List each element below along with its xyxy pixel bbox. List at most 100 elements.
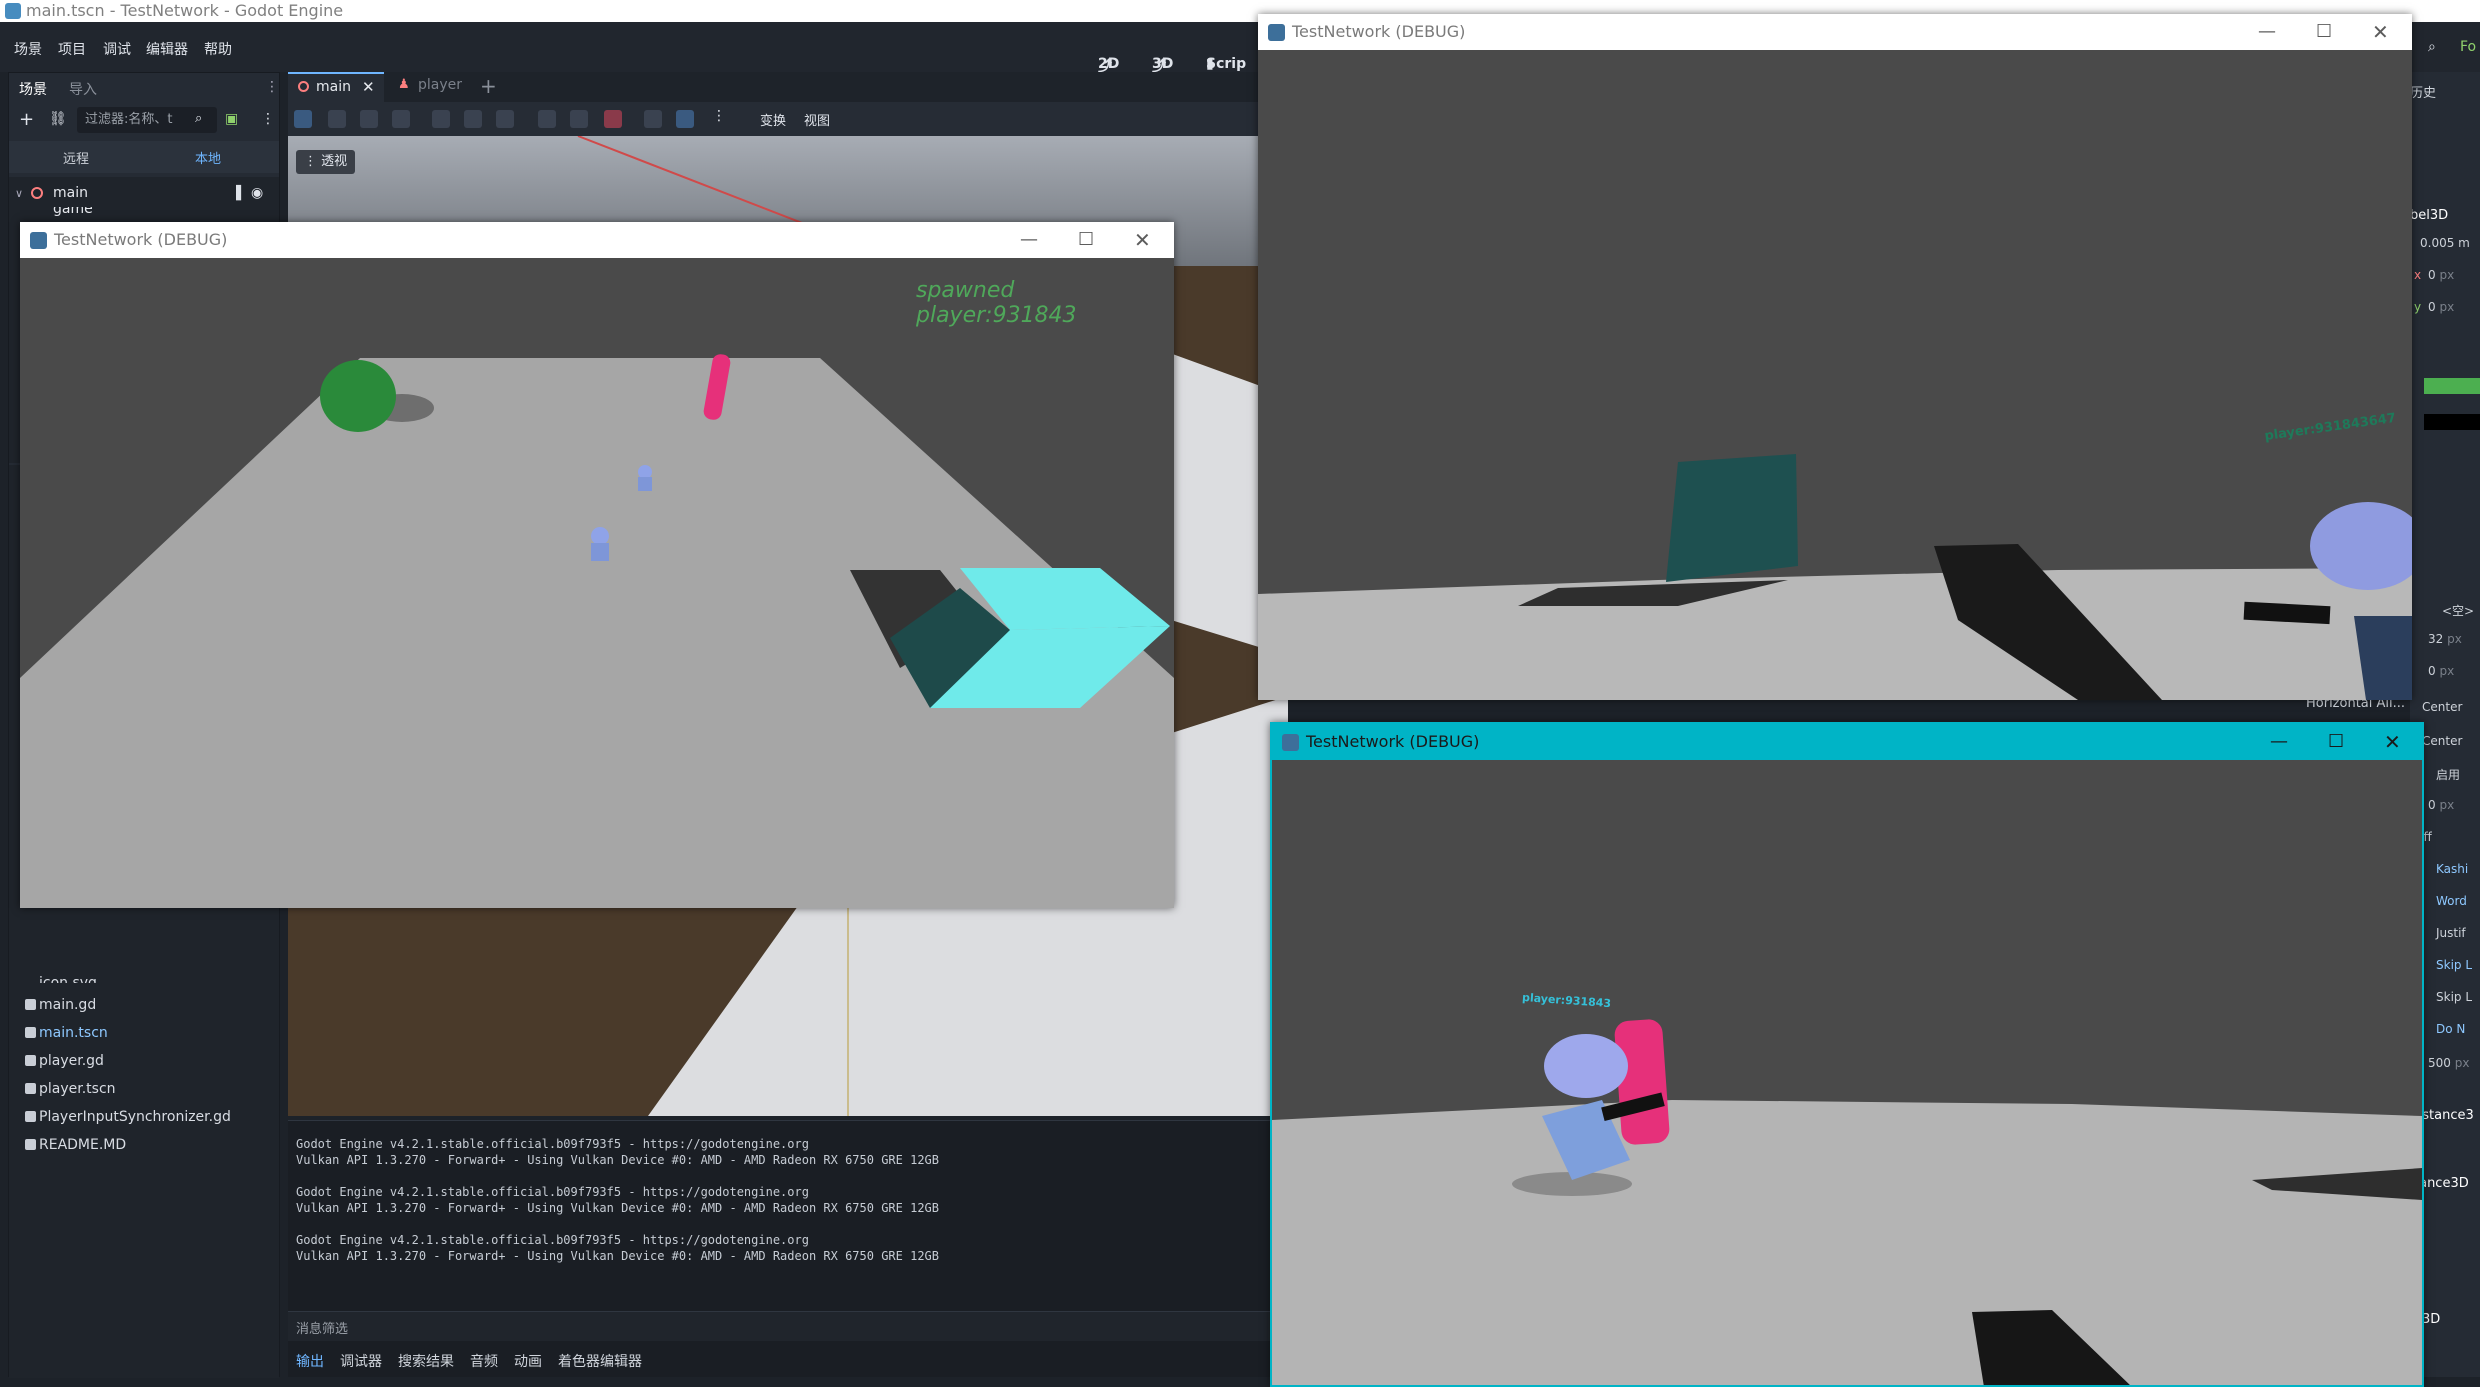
log-line: Godot Engine v4.2.1.stable.official.b09f… [296,1137,809,1151]
close-icon[interactable]: ✕ [362,78,375,96]
maximize-icon[interactable]: ☐ [1078,222,1094,258]
dock-menu-icon[interactable]: ⋮ [265,79,279,95]
snap-icon[interactable] [570,110,588,128]
tab-import[interactable]: 导入 [69,79,97,99]
window-title-bar[interactable]: TestNetwork (DEBUG) — ☐ ✕ [1258,14,2412,50]
more-options-icon[interactable]: ⋮ [712,108,726,124]
tab-shader-editor[interactable]: 着色器编辑器 [558,1351,642,1371]
close-icon[interactable]: ✕ [1134,222,1151,258]
log-line: Godot Engine v4.2.1.stable.official.b09f… [296,1185,809,1199]
menu-scene[interactable]: 场景 [14,39,42,59]
perspective-menu-button[interactable]: ⋮ 透视 [296,150,356,174]
check-justify[interactable]: Justif [2436,926,2466,940]
rotate-tool-icon[interactable] [360,110,378,128]
add-node-icon[interactable]: + [19,109,34,130]
lock-icon[interactable] [464,110,482,128]
check-skip-last-with-chars[interactable]: Skip L [2436,990,2472,1004]
move-tool-icon[interactable] [328,110,346,128]
search-icon: ⌕ [195,111,203,126]
environment-globe-icon[interactable] [676,110,694,128]
check-word[interactable]: Word [2436,894,2467,908]
chevron-down-icon[interactable]: ∨ [15,187,23,200]
tab-main[interactable]: main ✕ [288,72,384,102]
debug-window-3[interactable]: TestNetwork (DEBUG) — ☐ ✕ player:931843 [1270,722,2424,1387]
local-space-icon[interactable] [538,110,556,128]
h-align-select[interactable]: Center [2422,700,2462,714]
tree-item-game[interactable]: game [9,207,279,219]
tree-item-main[interactable]: ∨ main ▐ ◉ [9,185,279,209]
game-view[interactable]: player:931843 [1272,760,2422,1385]
remote-tab[interactable]: 远程 [63,148,89,167]
message-filter-input[interactable]: 消息筛选 [288,1311,1288,1341]
tab-player[interactable]: ♟ player [388,72,468,102]
window-title-bar[interactable]: TestNetwork (DEBUG) — ☐ ✕ [1272,724,2422,760]
file-icon-svg[interactable]: icon.svg [39,975,97,983]
tab-output[interactable]: 输出 [296,1351,324,1371]
window-title: TestNetwork (DEBUG) [1292,22,1466,41]
local-tab[interactable]: 本地 [195,148,221,167]
visibility-eye-icon[interactable]: ◉ [251,185,263,201]
tab-animation[interactable]: 动画 [514,1351,542,1371]
offset-x-field[interactable]: 0 px [2428,268,2454,282]
minimize-icon[interactable]: — [2270,724,2288,760]
debug-window-2[interactable]: TestNetwork (DEBUG) — ☐ ✕ player:9318436… [1258,14,2412,700]
script-attach-icon[interactable]: ▣ [225,111,238,127]
list-select-icon[interactable] [432,110,450,128]
file-player-tscn[interactable]: player.tscn [25,1081,116,1097]
game-view[interactable]: spawned player:931843 [20,258,1174,908]
close-icon[interactable]: ✕ [2384,724,2401,760]
transform-menu[interactable]: 变换 [760,110,786,129]
minimize-icon[interactable]: — [2258,14,2276,50]
debug-window-1[interactable]: TestNetwork (DEBUG) — ☐ ✕ spawned player… [20,222,1174,908]
file-player-gd[interactable]: player.gd [25,1053,104,1069]
menu-project[interactable]: 项目 [58,39,86,59]
v-align-select[interactable]: Center [2422,734,2462,748]
line-spacing-field[interactable]: 0 px [2428,798,2454,812]
file-main-tscn[interactable]: main.tscn [25,1025,108,1041]
close-icon[interactable]: ✕ [2372,14,2389,50]
maximize-icon[interactable]: ☐ [2316,14,2332,50]
remote-local-switch: 远程 本地 [9,141,279,173]
file-main-gd[interactable]: main.gd [25,997,96,1013]
file-playerinputsynchronizer-gd[interactable]: PlayerInputSynchronizer.gd [25,1109,231,1125]
view-menu[interactable]: 视图 [804,110,830,129]
offset-y-field[interactable]: 0 px [2428,300,2454,314]
check-kashida[interactable]: Kashi [2436,862,2468,876]
game-view[interactable]: player:931843647 [1258,50,2412,700]
group-icon[interactable] [496,110,514,128]
tab-label: main [316,79,351,95]
camera-preview-icon[interactable] [604,110,622,128]
minimize-icon[interactable]: — [1020,222,1038,258]
add-tab-icon[interactable]: + [480,74,497,98]
tab-scene[interactable]: 场景 [19,79,47,99]
maximize-icon[interactable]: ☐ [2328,724,2344,760]
tab-audio[interactable]: 音频 [470,1351,498,1371]
tab-debugger[interactable]: 调试器 [340,1351,382,1371]
link-icon[interactable]: ⛓ [49,111,67,127]
modulate-color-swatch[interactable] [2424,378,2480,394]
outline-size-field[interactable]: 0 px [2428,664,2454,678]
tab-search-results[interactable]: 搜索结果 [398,1351,454,1371]
menu-editor[interactable]: 编辑器 [146,39,188,59]
window-title-bar[interactable]: TestNetwork (DEBUG) — ☐ ✕ [20,222,1174,258]
scale-tool-icon[interactable] [392,110,410,128]
menu-help[interactable]: 帮助 [204,39,232,59]
more-options-icon[interactable]: ⋮ [261,111,275,127]
file-readme[interactable]: README.MD [25,1137,126,1153]
pixel-size-field[interactable]: 0.005 m [2420,236,2470,250]
font-size-field[interactable]: 32 px [2428,632,2462,646]
uppercase-toggle[interactable]: 启用 [2436,766,2460,783]
check-do-not-skip[interactable]: Do N [2436,1022,2465,1036]
window-title: TestNetwork (DEBUG) [54,230,228,249]
sun-icon[interactable] [644,110,662,128]
search-icon[interactable]: ⌕ [2428,39,2436,55]
check-skip-last[interactable]: Skip L [2436,958,2472,972]
menu-debug[interactable]: 调试 [103,39,131,59]
text-value[interactable]: <空> [2442,602,2474,619]
script-icon[interactable]: ▐ [231,186,241,201]
scene-icon [25,1027,36,1038]
width-field[interactable]: 500 px [2428,1056,2469,1070]
select-tool-icon[interactable] [294,110,312,128]
outline-color-swatch[interactable] [2424,414,2480,430]
log-line: Vulkan API 1.3.270 - Forward+ - Using Vu… [296,1249,939,1263]
